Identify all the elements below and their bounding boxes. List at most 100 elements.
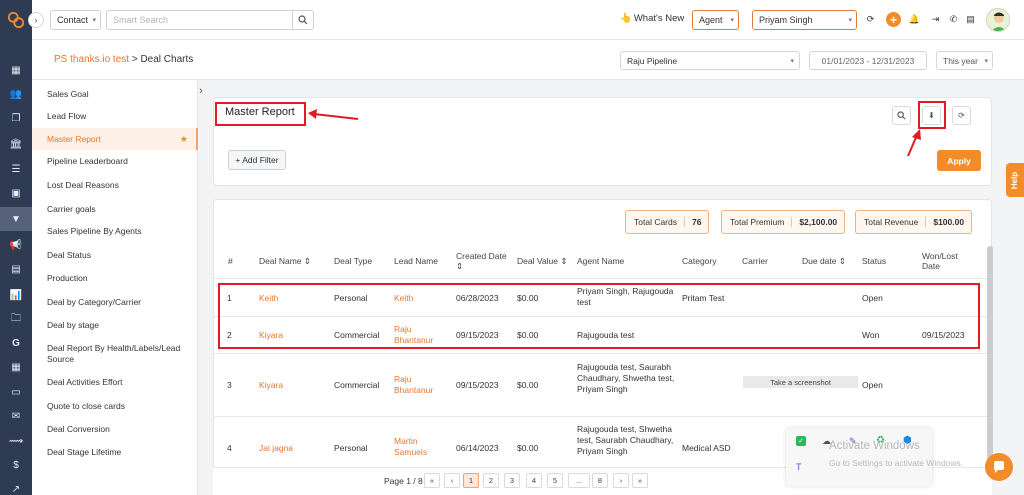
reports-icon[interactable]: 📊: [9, 288, 23, 302]
email-icon[interactable]: ✉: [9, 409, 23, 423]
menu-item-sales-pipeline-by-agents[interactable]: Sales Pipeline By Agents: [32, 226, 198, 237]
page-button-1[interactable]: 1: [463, 473, 479, 488]
breadcrumb-current: Deal Charts: [140, 54, 194, 65]
whats-new-link[interactable]: 👆 What's New: [620, 13, 684, 24]
user-select-value: Priyam Singh: [759, 15, 813, 25]
funnel-icon[interactable]: ▼: [0, 207, 32, 231]
contacts-icon[interactable]: 👥: [9, 87, 23, 101]
dollar-icon[interactable]: $: [9, 458, 23, 472]
deal-name-link[interactable]: Jai jagna: [259, 443, 293, 454]
deal-value: $0.00: [517, 443, 539, 453]
page-button-4[interactable]: 4: [526, 473, 542, 488]
menu-item-deal-report-by-health[interactable]: Deal Report By Health/Labels/Lead Source: [32, 343, 192, 365]
icon-rail: ▦ 👥 ❐ 🏛 ☰ ▣ ▼ 📢 ▤ 📊 🗀 G ▦ ▭ ✉ ⟿ $ ↗: [0, 0, 32, 495]
table-scrollbar[interactable]: [987, 246, 993, 461]
page-button-3[interactable]: 3: [504, 473, 520, 488]
chevron-down-icon: ▾: [848, 17, 852, 24]
shield-check-icon[interactable]: ✓: [796, 436, 806, 446]
agent-select-value: Agent: [699, 15, 723, 25]
menu-item-lead-flow[interactable]: Lead Flow: [32, 111, 198, 122]
lead-name-link[interactable]: Martin Samuels: [394, 436, 446, 458]
pipeline-select-value: Raju Pipeline: [627, 55, 678, 66]
logout-icon[interactable]: ⇥: [929, 13, 942, 26]
menu-item-deal-conversion[interactable]: Deal Conversion: [32, 424, 198, 435]
documents-icon[interactable]: ❐: [9, 111, 23, 125]
avatar[interactable]: [986, 8, 1010, 32]
header-deal-value[interactable]: Deal Value ⇕: [517, 256, 567, 266]
report-menu: Sales Goal Lead Flow Master Report ★ Pip…: [32, 80, 198, 495]
breadcrumb-bar: PS thanks.io test > Deal Charts Raju Pip…: [32, 40, 1024, 80]
trend-icon[interactable]: ↗: [9, 482, 23, 495]
header-category: Category: [682, 256, 717, 266]
user-select[interactable]: Priyam Singh ▾: [752, 10, 857, 30]
teams-icon[interactable]: T: [796, 462, 802, 472]
bell-icon[interactable]: 🔔: [908, 13, 921, 26]
pipeline-icon[interactable]: ⟿: [9, 434, 23, 448]
table-row[interactable]: 3 Kiyara Commercial Raju Bhantanur 09/15…: [213, 353, 992, 416]
menu-item-sales-goal[interactable]: Sales Goal: [32, 89, 198, 100]
refresh-icon[interactable]: ⟳: [864, 13, 877, 26]
total-premium-badge: Total Premium $2,100.00: [721, 210, 846, 234]
deal-name-link[interactable]: Kiyara: [259, 380, 283, 391]
next-page-button[interactable]: ›: [613, 473, 629, 488]
agent-select[interactable]: Agent ▾: [692, 10, 739, 30]
header-deal-name[interactable]: Deal Name ⇕: [259, 256, 311, 266]
smart-search-input[interactable]: [106, 10, 292, 30]
contact-select[interactable]: Contact ▾: [50, 10, 101, 30]
menu-item-lost-deal-reasons[interactable]: Lost Deal Reasons: [32, 180, 198, 191]
pipeline-select[interactable]: Raju Pipeline ▾: [620, 51, 800, 70]
first-page-button[interactable]: «: [424, 473, 440, 488]
google-icon[interactable]: G: [9, 336, 23, 350]
menu-collapse-button[interactable]: ›: [194, 84, 208, 98]
refresh-report-button[interactable]: ⟳: [952, 106, 971, 125]
bank-icon[interactable]: 🏛: [9, 137, 23, 151]
menu-item-deal-status[interactable]: Deal Status: [32, 250, 198, 261]
header-created-date[interactable]: Created Date ⇕: [456, 251, 512, 271]
help-tab[interactable]: Help: [1006, 163, 1024, 197]
megaphone-icon[interactable]: 📢: [9, 238, 23, 252]
apply-button[interactable]: Apply: [937, 150, 981, 171]
contact-card-icon[interactable]: ▣: [9, 186, 23, 200]
date-range-input[interactable]: 01/01/2023 - 12/31/2023: [809, 51, 927, 70]
last-page-button[interactable]: »: [632, 473, 648, 488]
header-number: #: [228, 256, 233, 266]
menu-item-pipeline-leaderboard[interactable]: Pipeline Leaderboard: [32, 156, 198, 167]
search-button[interactable]: [292, 10, 314, 30]
menu-item-deal-by-stage[interactable]: Deal by stage: [32, 320, 198, 331]
calendar-icon[interactable]: ▦: [9, 360, 23, 374]
rail-expand-button[interactable]: ›: [28, 12, 44, 28]
menu-item-deal-activities-effort[interactable]: Deal Activities Effort: [32, 377, 198, 388]
add-filter-button[interactable]: + Add Filter: [228, 150, 286, 170]
notes-icon[interactable]: ▤: [9, 262, 23, 276]
add-button[interactable]: +: [886, 12, 901, 27]
breadcrumb-parent-link[interactable]: PS thanks.io test: [54, 54, 129, 65]
page-button-5[interactable]: 5: [547, 473, 563, 488]
prev-page-button[interactable]: ‹: [444, 473, 460, 488]
page-button-2[interactable]: 2: [483, 473, 499, 488]
arrow-left-annotation: [308, 109, 359, 120]
page-button-8[interactable]: 8: [592, 473, 608, 488]
menu-item-label: Master Report: [47, 133, 101, 144]
header-agent-name: Agent Name: [577, 256, 625, 266]
star-icon[interactable]: ★: [180, 134, 188, 145]
period-select[interactable]: This year ▾: [936, 51, 993, 70]
search-report-button[interactable]: [892, 106, 911, 125]
lead-name-link[interactable]: Raju Bhantanur: [394, 374, 446, 396]
menu-item-deal-stage-lifetime[interactable]: Deal Stage Lifetime: [32, 447, 198, 458]
header-lead-name: Lead Name: [394, 256, 438, 266]
menu-item-deal-by-category-carrier[interactable]: Deal by Category/Carrier: [32, 297, 198, 308]
list-icon[interactable]: ☰: [9, 162, 23, 176]
folder-icon[interactable]: 🗀: [9, 312, 23, 326]
menu-item-production[interactable]: Production: [32, 273, 198, 284]
dashboard-icon[interactable]: ▦: [9, 63, 23, 77]
menu-item-master-report[interactable]: Master Report ★: [32, 128, 198, 150]
clipboard-icon[interactable]: ▤: [964, 13, 977, 26]
menu-item-quote-to-close-cards[interactable]: Quote to close cards: [32, 401, 198, 412]
header-due-date[interactable]: Due date ⇕: [802, 256, 846, 266]
menu-item-carrier-goals[interactable]: Carrier goals: [32, 204, 198, 215]
hand-icon: 👆: [620, 13, 632, 24]
chat-button[interactable]: [985, 453, 1013, 481]
phone-icon[interactable]: ✆: [947, 13, 960, 26]
tasks-icon[interactable]: ▭: [9, 385, 23, 399]
app-logo[interactable]: [7, 11, 25, 29]
